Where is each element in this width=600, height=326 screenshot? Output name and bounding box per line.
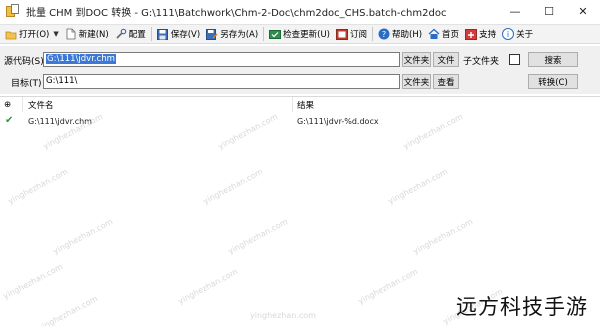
support-label: 支持 <box>479 30 497 40</box>
home-label: 首页 <box>442 30 460 40</box>
save-as-button[interactable]: 另存为(A) <box>203 25 261 43</box>
home-button[interactable]: 首页 <box>425 25 462 43</box>
column-divider[interactable] <box>22 97 23 112</box>
toolbar-separator <box>372 27 374 41</box>
config-button[interactable]: 配置 <box>112 25 149 43</box>
source-input[interactable]: G:\111\jdvr.chm <box>43 52 400 67</box>
help-icon: ? <box>378 28 390 40</box>
about-button[interactable]: i 关于 <box>499 25 536 43</box>
conversion-form: 源代码(S) G:\111\jdvr.chm 文件夹 文件 子文件夹 搜索 目标… <box>0 46 600 94</box>
svg-text:i: i <box>507 30 509 39</box>
open-dropdown-caret[interactable]: ▼ <box>53 30 58 38</box>
svg-text:?: ? <box>382 30 386 39</box>
folder-open-icon <box>5 28 17 40</box>
minimize-button[interactable]: — <box>498 0 532 22</box>
support-button[interactable]: 支持 <box>462 25 499 43</box>
toolbar-separator <box>263 27 265 41</box>
about-label: 关于 <box>516 30 534 40</box>
watermark: yinghezhan.com <box>36 294 100 326</box>
window-title: 批量 CHM 到DOC 转换 - G:\111\Batchwork\Chm-2-… <box>26 7 447 19</box>
close-button[interactable]: ✕ <box>566 0 600 22</box>
info-icon: i <box>502 28 515 40</box>
watermark: yinghezhan.com <box>250 311 316 320</box>
result-column-header[interactable]: 结果 <box>297 97 497 112</box>
check-update-label: 检查更新(U) <box>283 30 330 40</box>
maximize-button[interactable]: ☐ <box>532 0 566 22</box>
open-button[interactable]: 打开(O) <box>2 25 52 43</box>
app-icon <box>6 4 20 18</box>
toolbar-separator <box>150 27 152 41</box>
watermark: yinghezhan.com <box>411 217 475 256</box>
watermark: yinghezhan.com <box>6 167 70 206</box>
watermark: yinghezhan.com <box>386 167 450 206</box>
new-file-icon <box>65 28 77 40</box>
subfolder-checkbox[interactable] <box>509 54 520 65</box>
status-column-header[interactable]: ⊕ <box>4 97 20 112</box>
source-input-value: G:\111\jdvr.chm <box>46 54 116 64</box>
new-button[interactable]: 新建(N) <box>62 25 112 43</box>
watermark: yinghezhan.com <box>51 217 115 256</box>
convert-button[interactable]: 转换(C) <box>528 74 578 89</box>
target-input[interactable]: G:\111\ <box>43 74 400 89</box>
save-as-label: 另存为(A) <box>220 30 259 40</box>
toolbar: 打开(O) ▼ 新建(N) 配置 保存(V) 另存为(A) 检查更新(U) 订阅… <box>0 24 600 44</box>
search-button[interactable]: 搜索 <box>528 52 578 67</box>
row-result: G:\111\jdvr-%d.docx <box>297 117 379 126</box>
filename-column-header[interactable]: 文件名 <box>28 97 288 112</box>
title-bar: 批量 CHM 到DOC 转换 - G:\111\Batchwork\Chm-2-… <box>0 0 600 22</box>
save-as-icon <box>206 28 218 40</box>
new-label: 新建(N) <box>78 30 109 40</box>
support-icon <box>465 28 478 40</box>
config-label: 配置 <box>128 30 146 40</box>
subscribe-button[interactable]: 订阅 <box>333 25 370 43</box>
source-folder-button[interactable]: 文件夹 <box>402 52 431 67</box>
home-icon <box>428 28 440 40</box>
target-label: 目标(T) <box>11 79 42 89</box>
target-input-value: G:\111\ <box>46 76 78 86</box>
open-label: 打开(O) <box>19 30 50 40</box>
subfolder-label: 子文件夹 <box>463 57 500 67</box>
watermark: yinghezhan.com <box>216 112 280 151</box>
target-folder-button[interactable]: 文件夹 <box>402 74 431 89</box>
save-label: 保存(V) <box>170 30 201 40</box>
column-divider[interactable] <box>292 97 293 112</box>
view-button[interactable]: 查看 <box>433 74 459 89</box>
subscribe-icon <box>336 28 348 40</box>
update-icon <box>269 28 282 40</box>
tools-icon <box>115 28 127 40</box>
watermark: yinghezhan.com <box>176 267 240 306</box>
help-label: 帮助(H) <box>392 30 423 40</box>
watermark: yinghezhan.com <box>1 262 65 301</box>
watermark: yinghezhan.com <box>401 112 465 151</box>
brand-overlay-text: 远方科技手游 <box>456 295 588 319</box>
source-label: 源代码(S) <box>4 57 44 67</box>
save-icon <box>157 28 169 40</box>
watermark: yinghezhan.com <box>356 267 420 306</box>
save-button[interactable]: 保存(V) <box>154 25 203 43</box>
check-update-button[interactable]: 检查更新(U) <box>266 25 333 43</box>
watermark: yinghezhan.com <box>226 217 290 256</box>
success-check-icon: ✔ <box>5 115 14 126</box>
help-button[interactable]: ? 帮助(H) <box>375 25 425 43</box>
watermark: yinghezhan.com <box>201 167 265 206</box>
subscribe-label: 订阅 <box>350 30 368 40</box>
source-file-button[interactable]: 文件 <box>433 52 459 67</box>
